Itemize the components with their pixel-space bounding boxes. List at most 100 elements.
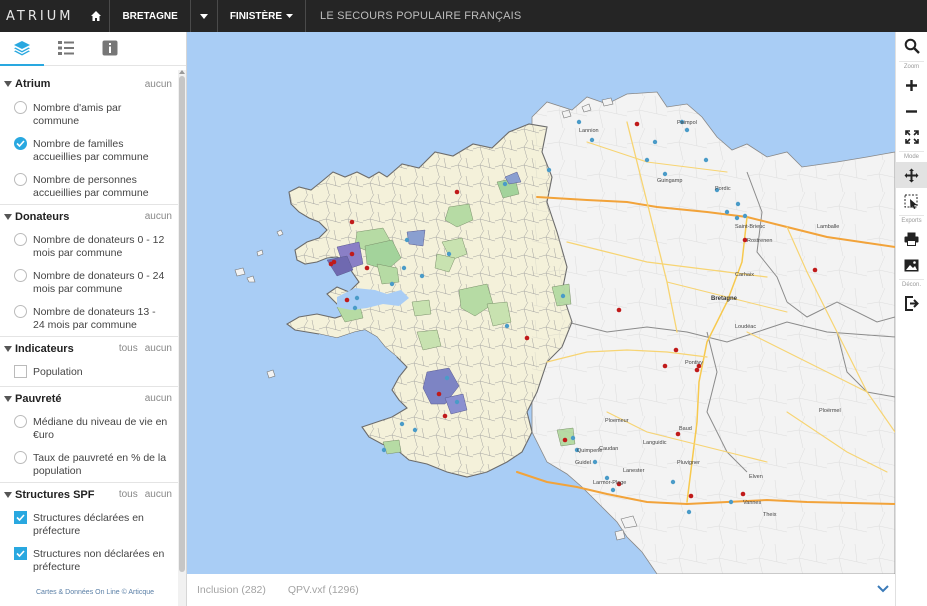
collapse-caret-icon[interactable] (4, 395, 12, 402)
structure-marker-declared (616, 307, 622, 313)
layer-option[interactable]: Structures déclarées en préfecture (0, 506, 178, 542)
town-label: Saint-Brieuc (735, 224, 765, 230)
scroll-up-arrow-icon[interactable] (179, 70, 185, 74)
fit-extent-button[interactable] (896, 124, 927, 150)
layer-option-label: Nombre d'amis par commune (33, 102, 122, 127)
collapse-caret-icon[interactable] (4, 213, 12, 220)
department-selector[interactable]: FINISTÈRE (218, 0, 305, 32)
structure-marker-other (724, 209, 730, 215)
town-label: Paimpol (677, 120, 697, 126)
divider (899, 151, 924, 152)
divider (899, 61, 924, 62)
layer-option-label: Structures non déclarées en préfecture (33, 548, 165, 573)
section-pauvrete-header[interactable]: Pauvreté aucun (0, 386, 178, 410)
collapse-caret-icon[interactable] (4, 491, 12, 498)
layer-option-label: Nombre de donateurs 0 - 12 mois par comm… (33, 234, 165, 259)
structure-marker-other (703, 157, 709, 163)
section-title: Structures SPF (15, 488, 95, 501)
structure-marker-other (546, 167, 552, 173)
layer-option[interactable]: Nombre de familles accueillies par commu… (0, 132, 178, 168)
layer-tab-qpv[interactable]: QPV.vxf (1296) (288, 584, 359, 596)
structure-marker-declared (364, 265, 370, 271)
radio-button[interactable] (14, 415, 27, 428)
layer-option[interactable]: Nombre de personnes accueillies par comm… (0, 168, 178, 204)
town-label: Ploërmel (819, 408, 841, 414)
select-none-link[interactable]: aucun (145, 393, 172, 404)
radio-button-selected[interactable] (14, 137, 27, 150)
radio-button[interactable] (14, 269, 27, 282)
print-button[interactable] (896, 226, 927, 252)
layer-option[interactable]: Structures non déclarées en préfecture (0, 542, 178, 578)
region-selector[interactable]: BRETAGNE (110, 0, 189, 32)
radio-button[interactable] (14, 173, 27, 186)
town-label: Guingamp (657, 178, 682, 184)
town-label: Lamballe (817, 224, 839, 230)
radio-button[interactable] (14, 101, 27, 114)
checkbox-checked[interactable] (14, 511, 27, 524)
structure-marker-declared (328, 261, 334, 267)
zoom-out-button[interactable] (896, 98, 927, 124)
checkbox-checked[interactable] (14, 547, 27, 560)
tab-legend[interactable] (44, 31, 88, 65)
collapse-caret-icon[interactable] (4, 345, 12, 352)
radio-button[interactable] (14, 305, 27, 318)
structure-marker-other (354, 295, 360, 301)
layer-tab-inclusion[interactable]: Inclusion (282) (197, 584, 266, 596)
sidebar-scrollbar[interactable] (178, 70, 186, 606)
layer-option[interactable]: Nombre de donateurs 0 - 12 mois par comm… (0, 228, 178, 264)
layer-option[interactable]: Nombre de donateurs 0 - 24 mois par comm… (0, 264, 178, 300)
select-none-link[interactable]: aucun (145, 343, 172, 354)
map-svg[interactable]: Lannion Paimpol Guingamp Pordic Saint-Br… (187, 32, 895, 574)
export-image-button[interactable] (896, 252, 927, 278)
expand-panel-button[interactable] (877, 584, 889, 596)
select-none-link[interactable]: aucun (145, 211, 172, 222)
radio-button[interactable] (14, 451, 27, 464)
scroll-thumb[interactable] (179, 76, 185, 572)
app-logo[interactable]: ATRIUM (0, 9, 83, 24)
search-button[interactable] (896, 32, 927, 60)
select-mode-button[interactable] (896, 188, 927, 214)
map-credits[interactable]: Cartes & Données On Line © Articque (36, 589, 154, 596)
radio-button[interactable] (14, 233, 27, 246)
structure-marker-other (560, 293, 566, 299)
section-atrium-header[interactable]: Atrium aucun (0, 72, 178, 96)
logout-button[interactable] (896, 290, 927, 316)
section-indicateurs-header[interactable]: Indicateurs tous aucun (0, 336, 178, 360)
collapse-caret-icon[interactable] (4, 81, 12, 87)
select-none-link[interactable]: aucun (145, 489, 172, 500)
structure-marker-declared (436, 391, 442, 397)
section-title: Donateurs (15, 210, 70, 223)
tab-info[interactable] (88, 31, 132, 65)
sidebar-tabs (0, 32, 186, 66)
checkbox[interactable] (14, 365, 27, 378)
region-dropdown-button[interactable] (191, 0, 217, 32)
select-all-link[interactable]: tous (119, 489, 138, 500)
map-toolbar: Zoom Mode Exports Décon. (895, 32, 927, 606)
layer-option-label: Nombre de personnes accueillies par comm… (33, 174, 149, 199)
pan-mode-button[interactable] (896, 162, 927, 188)
layer-option[interactable]: Nombre de donateurs 13 - 24 mois par com… (0, 300, 178, 336)
town-label: Pontivy (685, 360, 703, 366)
select-all-link[interactable]: tous (119, 343, 138, 354)
layer-option[interactable]: Nombre d'amis par commune (0, 96, 178, 132)
structure-marker-other (576, 119, 582, 125)
home-button[interactable] (83, 0, 109, 32)
structure-marker-declared (524, 335, 530, 341)
layer-option[interactable]: Population (0, 360, 178, 386)
layer-option[interactable]: Médiane du niveau de vie en €uro (0, 410, 178, 446)
zoom-in-button[interactable] (896, 72, 927, 98)
structure-marker-other (610, 487, 616, 493)
layer-option[interactable]: Taux de pauvreté en % de la population (0, 446, 178, 482)
select-none-link[interactable]: aucun (145, 79, 172, 90)
section-structures-header[interactable]: Structures SPF tous aucun (0, 482, 178, 506)
structure-marker-declared (349, 219, 355, 225)
map-canvas[interactable]: Lannion Paimpol Guingamp Pordic Saint-Br… (187, 32, 895, 574)
town-label: Rostrenen (747, 238, 772, 244)
section-donateurs-header[interactable]: Donateurs aucun (0, 204, 178, 228)
logout-icon (904, 295, 919, 311)
caret-down-icon (199, 13, 208, 19)
town-label: Lannion (579, 128, 599, 134)
legend-icon (58, 41, 74, 55)
tab-layers[interactable] (0, 31, 44, 66)
town-label: Pluvigner (677, 460, 700, 466)
